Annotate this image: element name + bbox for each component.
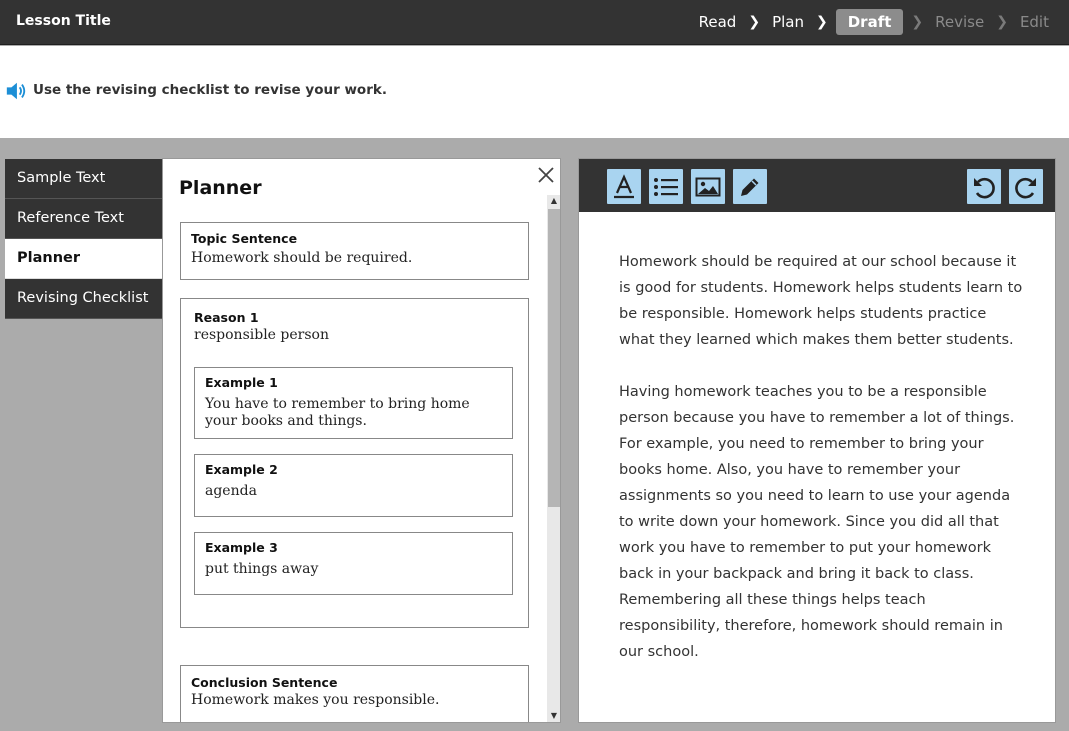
- scroll-up-icon[interactable]: ▲: [547, 195, 560, 207]
- conclusion-sentence-box[interactable]: Conclusion Sentence Homework makes you r…: [180, 665, 529, 722]
- instruction-bar: Use the revising checklist to revise you…: [0, 46, 1069, 138]
- pencil-button[interactable]: [733, 169, 767, 204]
- topic-sentence-value: Homework should be required.: [191, 250, 413, 266]
- example-label: Example 3: [205, 540, 278, 555]
- instruction-text: Use the revising checklist to revise you…: [33, 82, 387, 98]
- scroll-thumb[interactable]: [548, 209, 560, 507]
- example-box[interactable]: Example 1 You have to remember to bring …: [194, 367, 513, 439]
- progress-steps: Read ❯ Plan ❯ Draft ❯ Revise ❯ Edit: [695, 8, 1053, 36]
- step-plan[interactable]: Plan: [768, 13, 808, 31]
- step-edit: Edit: [1019, 13, 1049, 31]
- reason-box[interactable]: Reason 1 responsible person Example 1 Yo…: [180, 298, 529, 628]
- reason-label: Reason 1: [194, 310, 259, 325]
- redo-button[interactable]: [1009, 169, 1043, 204]
- lesson-title: Lesson Title: [16, 13, 111, 29]
- pencil-icon: [741, 178, 759, 196]
- bullet-list-icon: [654, 177, 678, 196]
- example-value: You have to remember to bring home your …: [205, 396, 470, 429]
- image-icon: [695, 177, 721, 196]
- editor-panel: Homework should be required at our schoo…: [578, 158, 1056, 723]
- topic-sentence-box[interactable]: Topic Sentence Homework should be requir…: [180, 222, 529, 280]
- top-bar: Lesson Title Read ❯ Plan ❯ Draft ❯ Revis…: [0, 0, 1069, 45]
- conclusion-sentence-value: Homework makes you responsible.: [191, 692, 440, 708]
- chevron-right-icon: ❯: [748, 14, 761, 30]
- step-draft[interactable]: Draft: [835, 9, 904, 35]
- step-revise: Revise: [935, 13, 985, 31]
- topic-sentence-label: Topic Sentence: [191, 231, 298, 246]
- tab-sample-text[interactable]: Sample Text: [5, 159, 162, 199]
- text-format-button[interactable]: [607, 169, 641, 204]
- example-label: Example 2: [205, 462, 278, 477]
- close-icon[interactable]: [536, 165, 556, 185]
- example-box[interactable]: Example 3 put things away: [194, 532, 513, 595]
- tab-planner[interactable]: Planner: [5, 239, 162, 279]
- planner-scrollbar[interactable]: ▲ ▼: [547, 195, 560, 722]
- editor-toolbar: [579, 159, 1055, 212]
- reason-value: responsible person: [194, 327, 329, 343]
- tab-reference-text[interactable]: Reference Text: [5, 199, 162, 239]
- example-label: Example 1: [205, 375, 278, 390]
- insert-image-button[interactable]: [691, 169, 725, 204]
- chevron-right-icon: ❯: [911, 14, 924, 30]
- conclusion-sentence-label: Conclusion Sentence: [191, 675, 338, 690]
- step-read[interactable]: Read: [695, 13, 741, 31]
- text-format-icon: [614, 173, 634, 198]
- tab-revising-checklist[interactable]: Revising Checklist: [5, 279, 162, 319]
- example-value: agenda: [205, 483, 257, 499]
- redo-icon: [1015, 177, 1036, 198]
- planner-title: Planner: [179, 177, 262, 199]
- essay-text-area[interactable]: Homework should be required at our schoo…: [619, 249, 1024, 691]
- example-box[interactable]: Example 2 agenda: [194, 454, 513, 517]
- bullet-list-button[interactable]: [649, 169, 683, 204]
- planner-panel: Planner Topic Sentence Homework should b…: [162, 158, 561, 723]
- undo-button[interactable]: [967, 169, 1001, 204]
- resource-tabs: Sample Text Reference Text Planner Revis…: [5, 159, 162, 319]
- scroll-down-icon[interactable]: ▼: [547, 710, 560, 722]
- essay-paragraph: Homework should be required at our schoo…: [619, 254, 1023, 348]
- chevron-right-icon: ❯: [996, 14, 1008, 30]
- speaker-icon[interactable]: [5, 80, 27, 102]
- example-value: put things away: [205, 561, 319, 577]
- chevron-right-icon: ❯: [815, 14, 828, 30]
- essay-paragraph: Having homework teaches you to be a resp…: [619, 384, 1015, 660]
- undo-icon: [974, 177, 995, 198]
